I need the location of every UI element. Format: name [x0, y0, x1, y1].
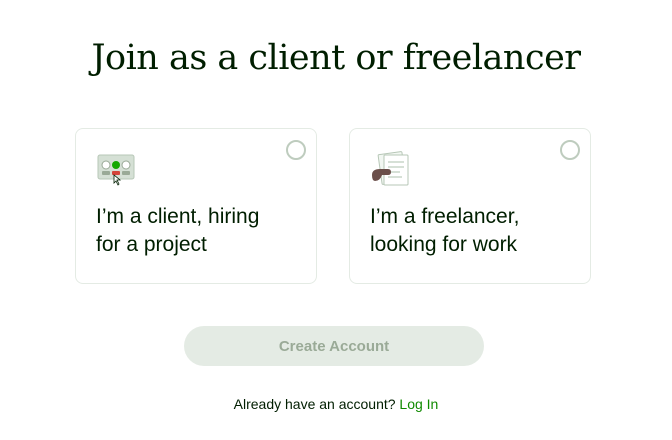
- freelancer-work-icon: [372, 151, 409, 186]
- create-account-button[interactable]: Create Account: [184, 326, 484, 366]
- login-prompt-text: Already have an account?: [233, 396, 396, 412]
- login-link[interactable]: Log In: [399, 396, 438, 412]
- client-option-label-line2: for a project: [96, 233, 207, 256]
- page-title: Join as a client or freelancer: [91, 38, 581, 78]
- client-option-card[interactable]: I’m a client, hiring for a project: [75, 128, 317, 284]
- login-prompt: Already have an account? Log In: [0, 396, 672, 412]
- client-option-radio[interactable]: [286, 140, 306, 160]
- freelancer-option-label-line2: looking for work: [370, 233, 518, 256]
- client-option-label-line1: I’m a client, hiring: [96, 205, 260, 228]
- freelancer-option-label-line1: I’m a freelancer,: [370, 205, 520, 228]
- freelancer-option-label: I’m a freelancer, looking for work: [370, 203, 570, 259]
- freelancer-option-radio[interactable]: [560, 140, 580, 160]
- client-option-label: I’m a client, hiring for a project: [96, 203, 296, 259]
- client-hiring-icon: [97, 154, 135, 186]
- freelancer-option-card[interactable]: I’m a freelancer, looking for work: [349, 128, 591, 284]
